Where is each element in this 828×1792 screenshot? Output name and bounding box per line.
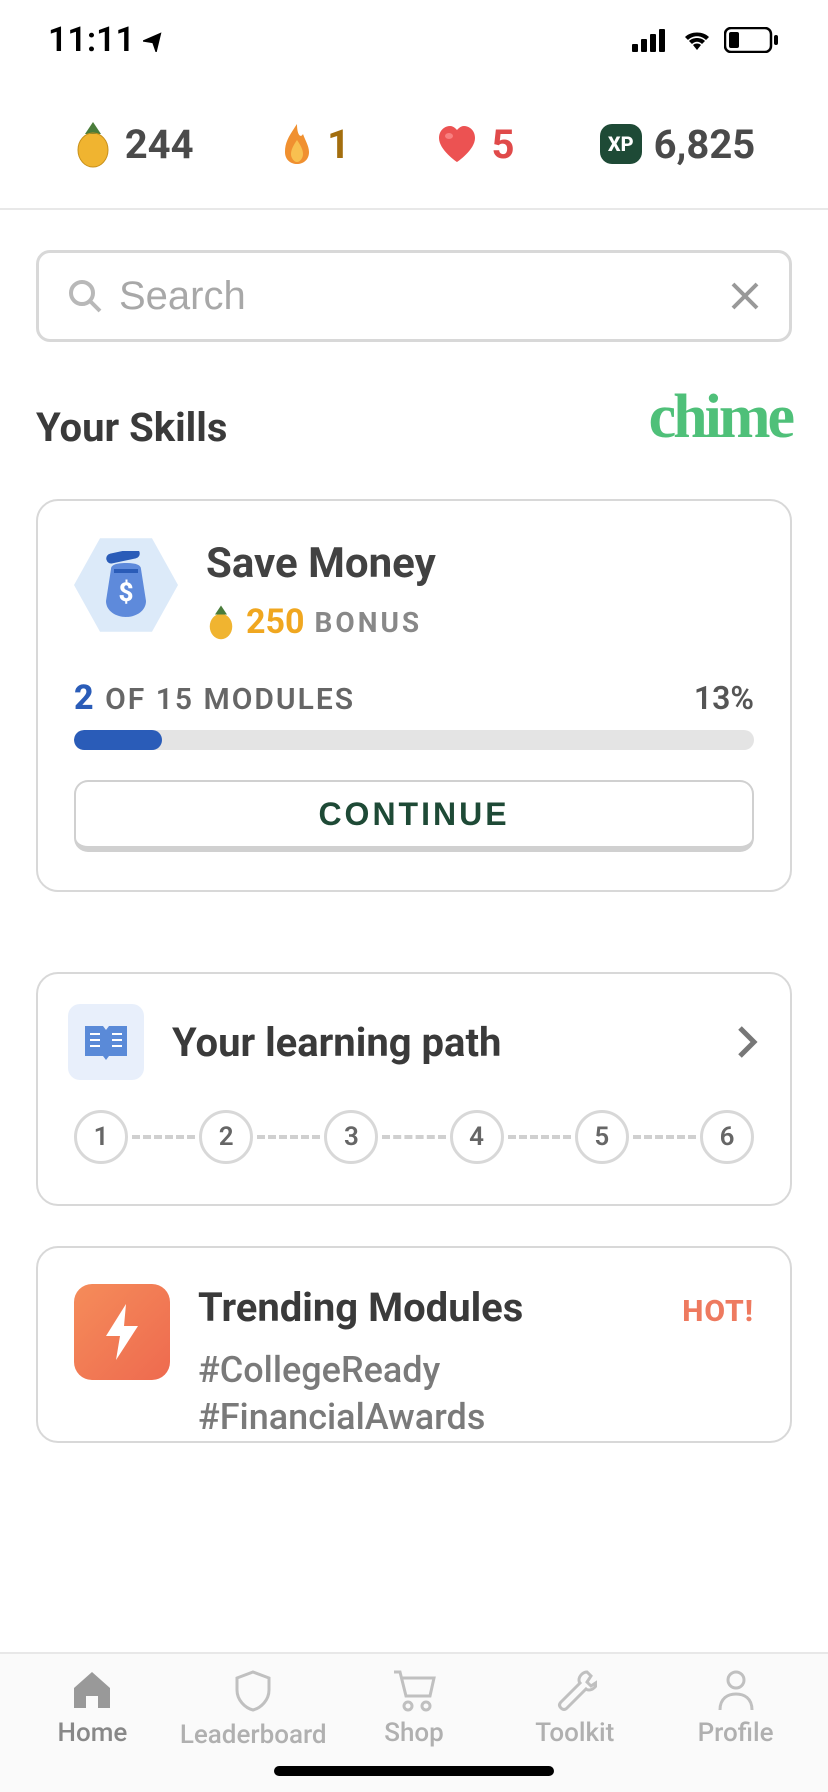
progress-fill [74,730,162,750]
hot-badge: HOT! [682,1294,754,1329]
clear-icon[interactable] [729,280,761,312]
skills-section-header: Your Skills chime [36,392,792,463]
fire-icon [279,122,315,166]
heart-icon [435,124,479,164]
skill-title: Save Money [206,539,436,588]
wifi-icon [680,28,714,52]
stat-xp[interactable]: XP 6,825 [600,121,755,168]
tab-toolkit[interactable]: Toolkit [494,1668,655,1748]
skill-badge-icon: $ [74,533,178,637]
tab-leaderboard[interactable]: Leaderboard [173,1668,334,1750]
book-icon [68,1004,144,1080]
learning-path-card[interactable]: Your learning path 1 2 3 4 5 6 [36,972,792,1206]
tab-home-label: Home [58,1718,128,1748]
stat-heart-value: 5 [491,121,514,168]
status-bar: 11:11 [0,0,828,80]
path-steps: 1 2 3 4 5 6 [68,1110,760,1164]
stat-pineapple-value: 244 [125,121,194,168]
location-icon [143,28,167,52]
progress-completed: 2 [74,678,96,718]
cellular-icon [632,28,670,52]
pineapple-icon [73,120,113,168]
tab-shop-label: Shop [384,1718,444,1748]
search-icon [67,278,103,314]
shield-icon [233,1668,273,1714]
xp-badge-icon: XP [600,124,642,164]
stat-xp-value: 6,825 [654,121,756,168]
step-5[interactable]: 5 [575,1110,629,1164]
home-icon [70,1668,114,1712]
tab-toolkit-label: Toolkit [535,1718,614,1748]
step-2[interactable]: 2 [199,1110,253,1164]
step-6[interactable]: 6 [700,1110,754,1164]
tab-home[interactable]: Home [12,1668,173,1748]
progress-bar [74,730,754,750]
path-title: Your learning path [172,1019,708,1066]
cart-icon [390,1668,438,1712]
pineapple-icon [206,604,236,640]
battery-icon [724,27,780,53]
tab-leaderboard-label: Leaderboard [180,1720,327,1750]
tab-profile-label: Profile [698,1718,774,1748]
stat-heart[interactable]: 5 [435,121,514,168]
trending-title: Trending Modules [198,1284,523,1331]
bonus-value: 250 [246,602,305,642]
bonus-label: BONUS [315,606,423,639]
trending-card[interactable]: Trending Modules HOT! #CollegeReady #Fin… [36,1246,792,1443]
status-time: 11:11 [48,20,135,60]
step-3[interactable]: 3 [324,1110,378,1164]
sponsor-logo: chime [649,382,792,453]
tab-profile[interactable]: Profile [655,1668,816,1748]
profile-icon [716,1668,756,1712]
bonus-row: 250 BONUS [206,602,436,642]
progress-text: 2 OF 15 MODULES [74,678,355,718]
skills-section-title: Your Skills [36,404,227,451]
progress-of: OF 15 MODULES [105,682,355,717]
trending-tag-1: #CollegeReady [198,1347,754,1394]
progress-percent: 13% [694,679,754,717]
tab-shop[interactable]: Shop [334,1668,495,1748]
stat-fire-value: 1 [327,121,350,168]
continue-button[interactable]: CONTINUE [74,780,754,852]
step-4[interactable]: 4 [450,1110,504,1164]
step-1[interactable]: 1 [74,1110,128,1164]
stat-pineapple[interactable]: 244 [73,120,194,168]
home-indicator[interactable] [274,1766,554,1776]
svg-text:$: $ [119,578,134,608]
wrench-icon [553,1668,597,1712]
stats-bar: 244 1 5 XP 6,825 [0,80,828,210]
search-box[interactable] [36,250,792,342]
chevron-right-icon [736,1024,760,1060]
search-input[interactable] [119,274,729,319]
lightning-icon [74,1284,170,1380]
trending-tag-2: #FinancialAwards [198,1394,754,1441]
skill-card[interactable]: $ Save Money 250 BONUS 2 OF 15 MODULES 1… [36,499,792,892]
stat-fire[interactable]: 1 [279,121,350,168]
